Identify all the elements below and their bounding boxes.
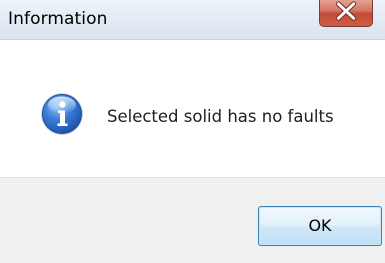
close-x-icon	[335, 1, 357, 21]
information-dialog: Information Selected solid has no faults…	[0, 0, 385, 263]
message-text: Selected solid has no faults	[107, 107, 334, 126]
button-bar: OK	[0, 177, 385, 263]
dialog-title: Information	[8, 9, 108, 29]
dialog-content: Selected solid has no faults	[0, 40, 385, 177]
close-button[interactable]	[319, 0, 373, 27]
ok-button[interactable]: OK	[258, 206, 382, 246]
information-icon	[41, 93, 83, 135]
title-bar[interactable]: Information	[0, 0, 385, 40]
